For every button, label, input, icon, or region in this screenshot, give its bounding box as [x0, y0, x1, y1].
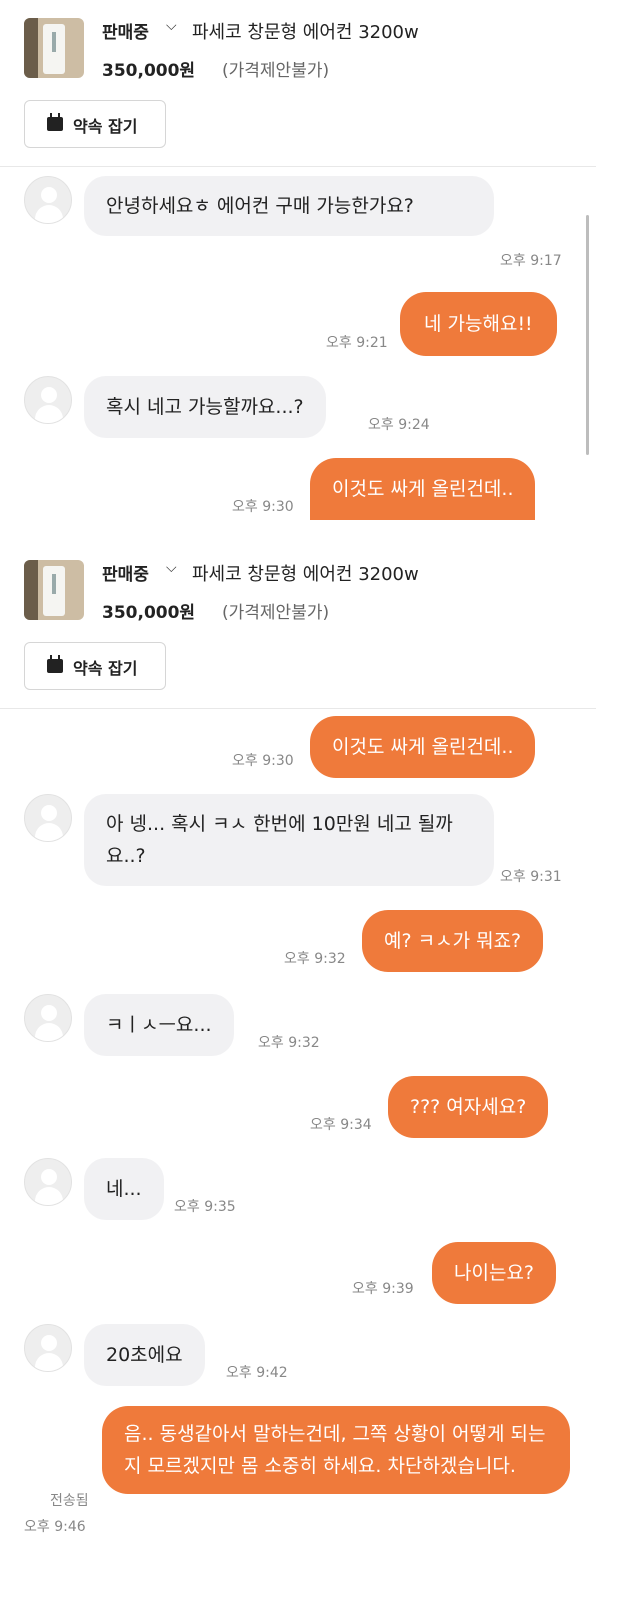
message-time: 오후 9:24: [368, 417, 430, 433]
divider: [0, 166, 596, 167]
message-time: 오후 9:39: [352, 1281, 414, 1297]
message-bubble-incoming[interactable]: 아 넹... 혹시 ㅋㅅ 한번에 10만원 네고 될까요..?: [84, 794, 494, 886]
sale-status[interactable]: 판매중: [102, 560, 149, 585]
message-time: 오후 9:17: [500, 253, 562, 269]
message-time: 오후 9:35: [174, 1199, 236, 1215]
product-header[interactable]: 판매중 ⌵ 파세코 창문형 에어컨 3200w 350,000원 (가격제안불가…: [0, 0, 600, 168]
product-header[interactable]: 판매중 ⌵ 파세코 창문형 에어컨 3200w 350,000원 (가격제안불가…: [0, 542, 600, 710]
message-bubble-incoming[interactable]: 네...: [84, 1158, 164, 1220]
product-price: 350,000원: [102, 61, 196, 81]
negotiation-status: (가격제안불가): [222, 61, 330, 81]
message-bubble-outgoing[interactable]: 이것도 싸게 올린건데..: [310, 716, 536, 778]
message-time: 오후 9:21: [326, 335, 388, 351]
message-bubble-outgoing[interactable]: 예? ㅋㅅ가 뭐죠?: [362, 910, 544, 972]
message-bubble-outgoing[interactable]: 네 가능해요!!: [400, 292, 557, 356]
message-time: 오후 9:30: [232, 499, 294, 515]
appointment-label: 약속 잡기: [73, 659, 138, 678]
message-bubble-outgoing[interactable]: 이것도 싸게 올린건데..: [310, 458, 536, 520]
product-title: 파세코 창문형 에어컨 3200w: [192, 564, 419, 585]
message-bubble-outgoing[interactable]: 음.. 동생같아서 말하는건데, 그쪽 상황이 어떻게 되는지 모르겠지만 몸 …: [102, 1406, 570, 1494]
message-bubble-incoming[interactable]: 안녕하세요ㅎ 에어컨 구매 가능한가요?: [84, 176, 494, 236]
sale-status[interactable]: 판매중: [102, 18, 149, 43]
chevron-down-icon[interactable]: ⌵: [166, 18, 177, 34]
message-time: 오후 9:46: [24, 1519, 86, 1535]
avatar[interactable]: [24, 994, 72, 1042]
chat-screen-2: 판매중 ⌵ 파세코 창문형 에어컨 3200w 350,000원 (가격제안불가…: [0, 542, 640, 1614]
calendar-icon: [47, 113, 63, 131]
calendar-icon: [47, 655, 63, 673]
message-bubble-outgoing[interactable]: ??? 여자세요?: [388, 1076, 549, 1138]
message-time: 오후 9:42: [226, 1365, 288, 1381]
avatar[interactable]: [24, 794, 72, 842]
product-thumbnail[interactable]: [24, 560, 84, 620]
product-price: 350,000원: [102, 603, 196, 623]
negotiation-status: (가격제안불가): [222, 603, 330, 623]
make-appointment-button[interactable]: 약속 잡기: [24, 100, 166, 148]
chevron-down-icon[interactable]: ⌵: [166, 560, 177, 576]
message-time: 오후 9:31: [500, 869, 562, 885]
product-title: 파세코 창문형 에어컨 3200w: [192, 22, 419, 43]
message-time: 오후 9:32: [258, 1035, 320, 1051]
message-bubble-incoming[interactable]: ㅋㅣㅅㅡ요...: [84, 994, 234, 1056]
avatar[interactable]: [24, 376, 72, 424]
message-time: 오후 9:32: [284, 951, 346, 967]
product-thumbnail[interactable]: [24, 18, 84, 78]
message-bubble-incoming[interactable]: 혹시 네고 가능할까요...?: [84, 376, 326, 438]
scrollbar[interactable]: [586, 215, 589, 455]
message-time: 오후 9:30: [232, 753, 294, 769]
message-bubble-incoming[interactable]: 20초에요: [84, 1324, 205, 1386]
message-bubble-outgoing[interactable]: 나이는요?: [432, 1242, 557, 1304]
divider: [0, 708, 596, 709]
make-appointment-button[interactable]: 약속 잡기: [24, 642, 166, 690]
chat-screen-1: 판매중 ⌵ 파세코 창문형 에어컨 3200w 350,000원 (가격제안불가…: [0, 0, 640, 520]
avatar[interactable]: [24, 1158, 72, 1206]
message-time: 오후 9:34: [310, 1117, 372, 1133]
message-status: 전송됨: [50, 1493, 89, 1509]
appointment-label: 약속 잡기: [73, 117, 138, 136]
avatar[interactable]: [24, 176, 72, 224]
avatar[interactable]: [24, 1324, 72, 1372]
